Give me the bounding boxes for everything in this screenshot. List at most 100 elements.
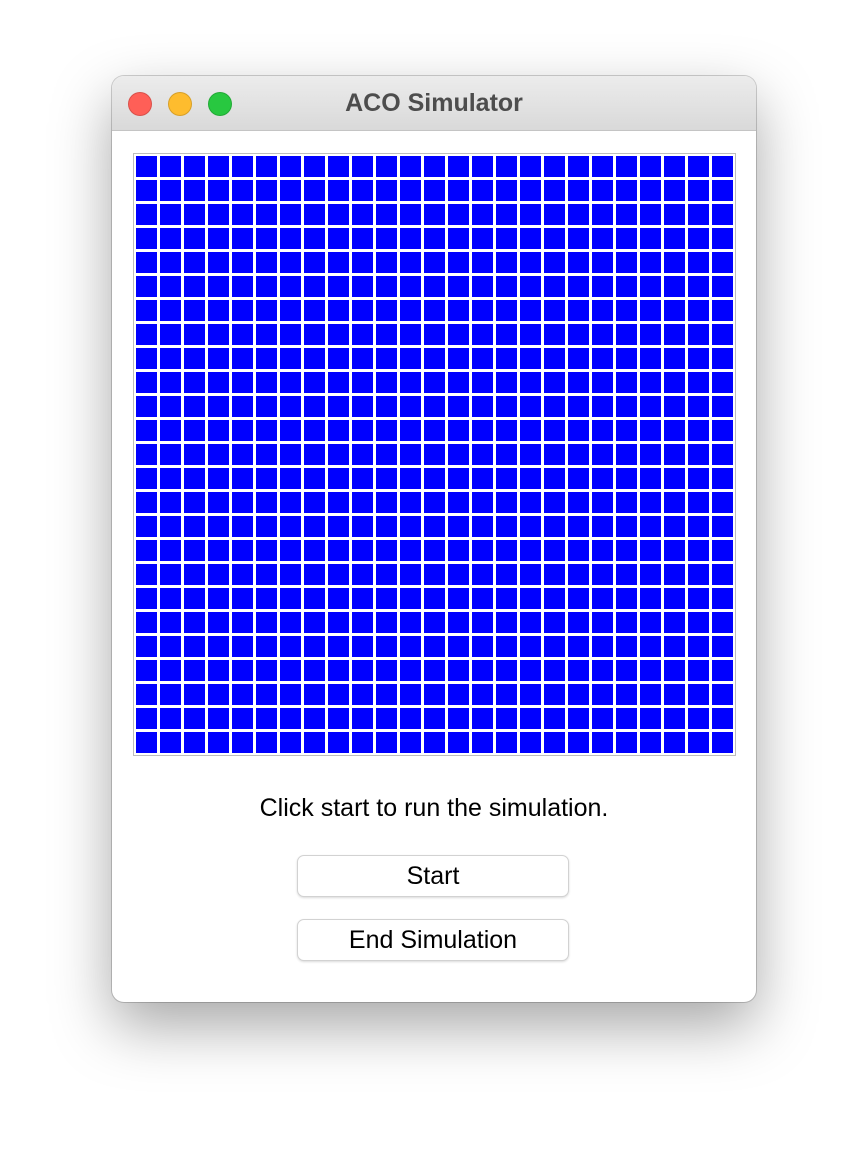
grid-cell: [207, 179, 229, 201]
grid-cell: [592, 371, 614, 393]
grid-cell: [592, 564, 614, 586]
grid-cell: [664, 371, 686, 393]
grid-cell: [159, 299, 181, 321]
grid-cell: [255, 203, 277, 225]
grid-cell: [688, 443, 710, 465]
grid-cell: [544, 588, 566, 610]
grid-cell: [255, 371, 277, 393]
grid-cell: [399, 612, 421, 634]
grid-cell: [231, 179, 253, 201]
grid-cell: [544, 468, 566, 490]
grid-cell: [616, 179, 638, 201]
grid-cell: [592, 251, 614, 273]
grid-cell: [303, 660, 325, 682]
grid-cell: [448, 588, 470, 610]
grid-cell: [159, 684, 181, 706]
end-simulation-button[interactable]: End Simulation: [297, 919, 569, 961]
grid-cell: [231, 323, 253, 345]
grid-cell: [688, 732, 710, 754]
grid-cell: [472, 660, 494, 682]
grid-cell: [616, 516, 638, 538]
grid-cell: [255, 540, 277, 562]
grid-cell: [640, 636, 662, 658]
grid-cell: [135, 732, 157, 754]
grid-cell: [375, 251, 397, 273]
grid-cell: [231, 684, 253, 706]
grid-cell: [207, 564, 229, 586]
grid-cell: [423, 684, 445, 706]
grid-cell: [544, 203, 566, 225]
grid-cell: [448, 251, 470, 273]
grid-cell: [375, 564, 397, 586]
grid-cell: [640, 708, 662, 730]
grid-cell: [351, 227, 373, 249]
grid-cell: [135, 179, 157, 201]
grid-cell: [592, 540, 614, 562]
grid-cell: [688, 299, 710, 321]
grid-cell: [472, 492, 494, 514]
grid-cell: [207, 540, 229, 562]
grid-cell: [351, 540, 373, 562]
grid-cell: [159, 443, 181, 465]
grid-cell: [472, 732, 494, 754]
grid-cell: [183, 564, 205, 586]
grid-cell: [399, 179, 421, 201]
grid-cell: [520, 468, 542, 490]
grid-cell: [520, 347, 542, 369]
grid-cell: [327, 419, 349, 441]
grid-cell: [472, 395, 494, 417]
grid-cell: [423, 227, 445, 249]
grid-cell: [303, 684, 325, 706]
grid-cell: [255, 660, 277, 682]
grid-cell: [255, 299, 277, 321]
grid-cell: [399, 419, 421, 441]
grid-cell: [423, 732, 445, 754]
grid-cell: [423, 564, 445, 586]
grid-cell: [351, 660, 373, 682]
grid-cell: [231, 347, 253, 369]
grid-cell: [472, 684, 494, 706]
grid-cell: [640, 371, 662, 393]
grid-cell: [207, 275, 229, 297]
grid-cell: [303, 564, 325, 586]
grid-cell: [375, 708, 397, 730]
grid-cell: [423, 179, 445, 201]
grid-cell: [664, 395, 686, 417]
grid-cell: [399, 443, 421, 465]
grid-cell: [520, 660, 542, 682]
grid-cell: [375, 468, 397, 490]
grid-cell: [231, 732, 253, 754]
grid-cell: [183, 612, 205, 634]
grid-cell: [520, 684, 542, 706]
title-bar[interactable]: ACO Simulator: [112, 76, 756, 131]
grid-cell: [640, 275, 662, 297]
grid-cell: [544, 708, 566, 730]
grid-cell: [183, 227, 205, 249]
grid-cell: [496, 588, 518, 610]
grid-cell: [135, 395, 157, 417]
grid-cell: [520, 516, 542, 538]
start-button[interactable]: Start: [297, 855, 569, 897]
grid-cell: [448, 636, 470, 658]
grid-cell: [159, 636, 181, 658]
grid-cell: [664, 155, 686, 177]
grid-cell: [712, 684, 734, 706]
grid-cell: [255, 251, 277, 273]
grid-cell: [135, 588, 157, 610]
grid-cell: [688, 636, 710, 658]
grid-cell: [423, 275, 445, 297]
grid-cell: [616, 443, 638, 465]
grid-cell: [640, 540, 662, 562]
simulation-grid[interactable]: [133, 153, 736, 756]
grid-cell: [135, 419, 157, 441]
grid-cell: [616, 588, 638, 610]
grid-cell: [231, 251, 253, 273]
grid-cell: [423, 155, 445, 177]
grid-cell: [688, 155, 710, 177]
grid-cell: [544, 419, 566, 441]
grid-cell: [159, 588, 181, 610]
grid-cell: [303, 588, 325, 610]
grid-cell: [231, 299, 253, 321]
grid-cell: [616, 395, 638, 417]
grid-cell: [568, 708, 590, 730]
